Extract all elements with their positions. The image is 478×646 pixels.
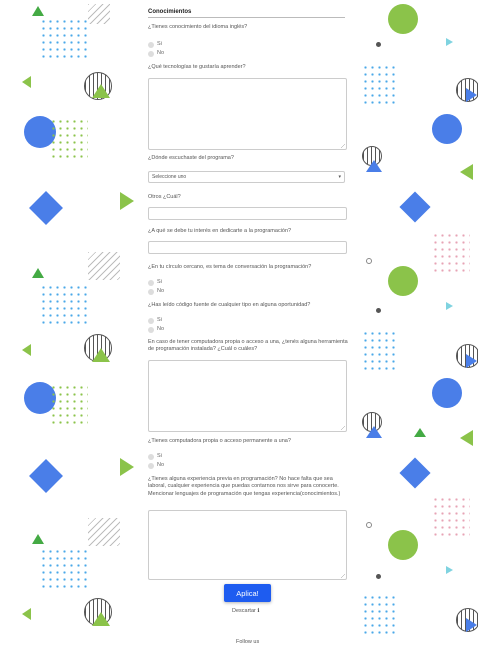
ring-decor	[366, 258, 372, 264]
triangle-decor	[366, 426, 382, 438]
experience-textarea[interactable]	[148, 510, 347, 580]
ring-decor	[366, 522, 372, 528]
dot-decor	[376, 42, 381, 47]
tools-textarea[interactable]	[148, 360, 347, 432]
radio-label: No	[157, 461, 165, 468]
dot-decor	[376, 308, 381, 313]
circle-decor	[432, 378, 462, 408]
interest-question: ¿A qué se debe tu interés en dedicarte a…	[148, 228, 292, 234]
triangle-outline-decor	[32, 6, 44, 16]
circle-option-si[interactable]: Si	[148, 278, 348, 287]
radio-button[interactable]	[148, 453, 154, 460]
circle-decor	[388, 530, 418, 560]
english-option-si[interactable]: Si	[148, 40, 348, 49]
triangle-decor	[466, 88, 477, 102]
section-title: Conocimientos	[148, 8, 345, 19]
diamond-decor	[29, 191, 63, 225]
radio-button[interactable]	[148, 41, 154, 48]
english-option-no[interactable]: No	[148, 49, 348, 58]
select-value: Seleccione uno	[152, 173, 187, 180]
dot-grid-decor	[432, 232, 470, 272]
radio-label: Si	[157, 40, 162, 47]
triangle-decor	[92, 84, 110, 98]
triangle-decor	[446, 566, 453, 574]
heard-select[interactable]: Seleccione uno ▾	[148, 171, 345, 183]
triangle-decor	[466, 618, 477, 632]
triangle-decor	[120, 192, 134, 210]
read-code-question: ¿Has leído código fuente de cualquier ti…	[148, 302, 311, 308]
diamond-decor	[399, 457, 431, 489]
tech-textarea[interactable]	[148, 78, 347, 150]
triangle-decor	[22, 608, 31, 620]
dot-grid-decor	[40, 284, 90, 328]
diamond-decor	[399, 191, 431, 223]
radio-button[interactable]	[148, 50, 154, 57]
tools-question: En caso de tener computadora propia o ac…	[148, 339, 348, 353]
circle-decor	[388, 266, 418, 296]
dot-grid-decor	[40, 18, 90, 58]
radio-label: No	[157, 287, 165, 294]
stripes-decor	[88, 4, 110, 24]
diamond-decor	[29, 459, 63, 493]
computer-question: ¿Tienes computadora propia o acceso perm…	[148, 438, 291, 444]
circle-decor	[388, 4, 418, 34]
computer-option-si[interactable]: Si	[148, 452, 348, 461]
interest-input[interactable]	[148, 241, 347, 254]
dot-grid-decor	[362, 594, 398, 634]
others-input[interactable]	[148, 207, 347, 220]
dot-grid-decor	[40, 548, 90, 592]
triangle-decor	[92, 348, 110, 362]
apply-button[interactable]: Aplica!	[224, 584, 271, 602]
circle-option-no[interactable]: No	[148, 287, 348, 296]
dot-decor	[376, 574, 381, 579]
read-code-option-no[interactable]: No	[148, 325, 348, 334]
follow-us-label: Follow us	[236, 639, 260, 645]
triangle-decor	[22, 76, 31, 88]
circle-decor	[432, 114, 462, 144]
radio-label: No	[157, 49, 165, 56]
triangle-decor	[466, 354, 477, 368]
triangle-decor	[446, 302, 453, 310]
dot-grid-decor	[50, 118, 88, 162]
discard-link[interactable]: Descartar ℹ	[232, 608, 259, 614]
chevron-down-icon: ▾	[338, 173, 341, 180]
triangle-decor	[92, 612, 110, 626]
radio-button[interactable]	[148, 326, 154, 333]
dot-grid-decor	[50, 384, 88, 428]
triangle-decor	[366, 160, 382, 172]
radio-label: Si	[157, 316, 162, 323]
computer-option-no[interactable]: No	[148, 461, 348, 470]
triangle-decor	[22, 344, 31, 356]
triangle-outline-decor	[32, 534, 44, 544]
radio-label: Si	[157, 278, 162, 285]
radio-button[interactable]	[148, 317, 154, 324]
radio-button[interactable]	[148, 279, 154, 286]
triangle-decor	[460, 164, 473, 180]
heard-question: ¿Dónde escuchaste del programa?	[148, 155, 234, 161]
english-question: ¿Tienes conocimiento del idioma inglés?	[148, 24, 248, 30]
tech-question: ¿Qué tecnologías te gustaría aprender?	[148, 64, 246, 70]
triangle-decor	[120, 458, 134, 476]
radio-button[interactable]	[148, 462, 154, 469]
triangle-outline-decor	[414, 428, 426, 437]
radio-label: Si	[157, 452, 162, 459]
read-code-option-si[interactable]: Si	[148, 316, 348, 325]
stripes-decor	[88, 252, 120, 280]
knowledge-form: Conocimientos ¿Tienes conocimiento del i…	[148, 8, 348, 580]
circle-question: ¿En tu círculo cercano, es tema de conve…	[148, 264, 312, 270]
triangle-decor	[446, 38, 453, 46]
dot-grid-decor	[362, 64, 398, 108]
stripes-decor	[88, 518, 120, 546]
others-question: Otros ¿Cuál?	[148, 194, 181, 200]
dot-grid-decor	[362, 330, 398, 374]
radio-label: No	[157, 325, 165, 332]
dot-grid-decor	[432, 496, 470, 536]
experience-question: ¿Tienes alguna experiencia previa en pro…	[148, 476, 341, 497]
radio-button[interactable]	[148, 288, 154, 295]
triangle-decor	[460, 430, 473, 446]
triangle-outline-decor	[32, 268, 44, 278]
